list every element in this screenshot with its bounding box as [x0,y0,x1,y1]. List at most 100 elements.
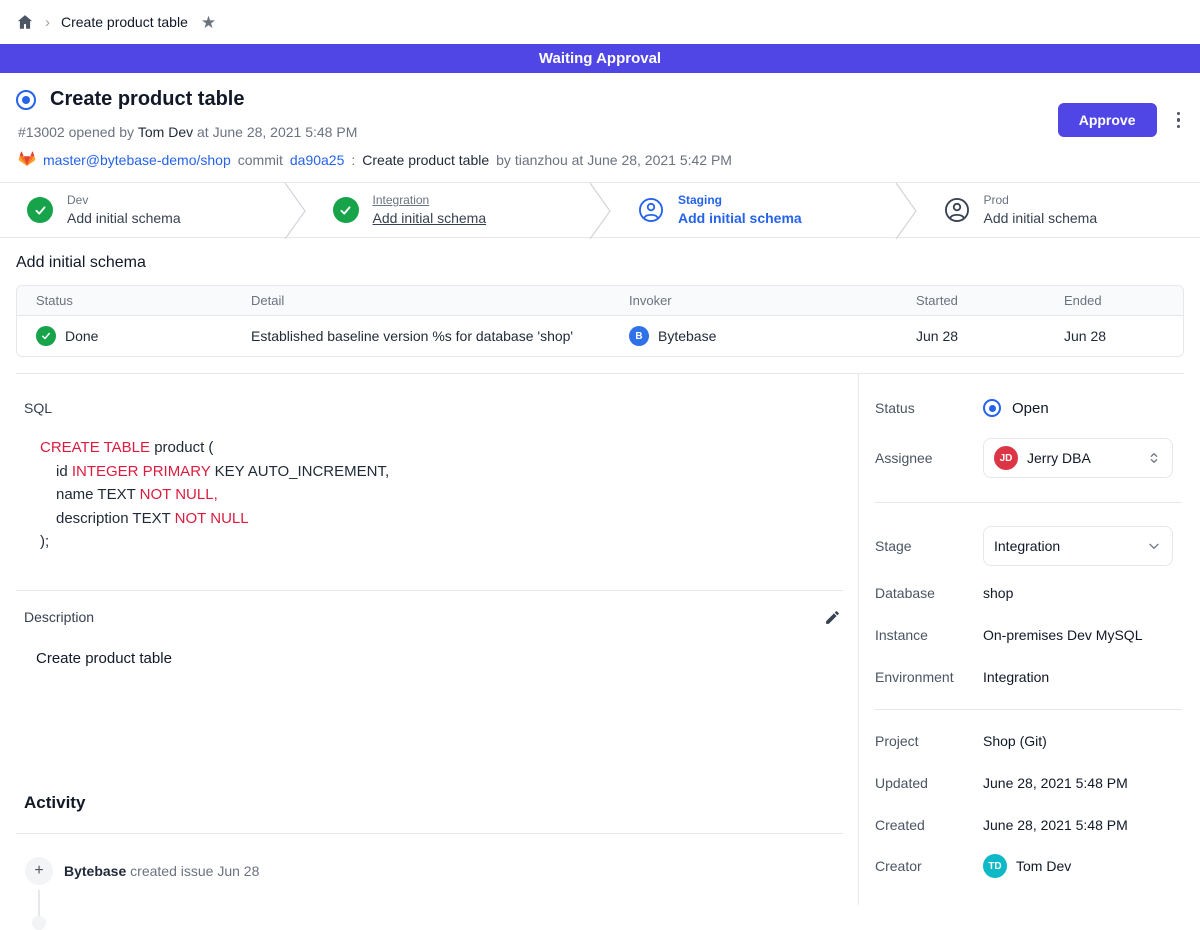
status-open-icon [983,399,1001,417]
person-icon [638,197,664,223]
stage-task-label: Add initial schema [678,209,802,227]
updated-value: June 28, 2021 5:48 PM [983,775,1128,791]
column-detail: Detail [232,293,610,308]
database-row: Database shop [875,585,1182,601]
commit-row: master@bytebase-demo/shop commit da90a25… [18,150,732,170]
commit-hash-link[interactable]: da90a25 [290,152,345,168]
task-section-title: Add initial schema [16,254,1184,272]
home-icon[interactable] [16,13,34,31]
environment-row: Environment Integration [875,669,1182,685]
approve-button[interactable]: Approve [1058,103,1157,137]
person-icon [944,197,970,223]
stage-integration[interactable]: Integration Add initial schema [306,183,590,237]
task-invoker: Bytebase [658,328,716,344]
issue-open-icon [16,90,36,110]
stage-env-label: Integration [373,193,487,209]
instance-row: Instance On-premises Dev MySQL [875,627,1182,643]
created-label: Created [875,817,983,833]
project-value: Shop (Git) [983,733,1047,749]
updated-row: Updated June 28, 2021 5:48 PM [875,775,1182,791]
status-row: Status Open [875,399,1182,417]
creator-row: Creator TD Tom Dev [875,854,1182,878]
task-ended: Jun 28 [1045,328,1183,344]
creator-avatar: TD [983,854,1007,878]
issue-meta: #13002 opened by Tom Dev at June 28, 202… [18,124,732,140]
stage-select[interactable]: Integration [983,526,1173,566]
sql-label: SQL [24,400,843,416]
status-label: Status [875,400,983,416]
activity-actor: Bytebase [64,863,126,879]
instance-label: Instance [875,627,983,643]
activity-action: created issue Jun 28 [130,863,259,879]
commit-message: Create product table [362,152,489,168]
column-ended: Ended [1045,293,1183,308]
stage-task-label: Add initial schema [373,209,487,227]
approval-banner-text: Waiting Approval [539,50,661,67]
plus-icon: + [25,857,53,885]
stage-prod[interactable]: Prod Add initial schema [917,183,1200,237]
issue-opened-time: at June 28, 2021 5:48 PM [197,124,357,140]
database-label: Database [875,585,983,601]
issue-author: Tom Dev [138,124,193,140]
issue-title: Create product table [50,88,244,111]
project-row: Project Shop (Git) [875,733,1182,749]
stage-separator [284,183,306,239]
column-started: Started [897,293,1045,308]
updated-label: Updated [875,775,983,791]
stage-dev[interactable]: Dev Add initial schema [0,183,284,237]
commit-separator: : [351,152,355,168]
stage-row: Stage Integration [875,526,1182,566]
activity-title: Activity [24,793,843,813]
favorite-star-icon[interactable]: ★ [201,14,216,31]
issue-sidebar: Status Open Assignee JD Jerry DBA Stage … [858,374,1200,905]
stage-task-label: Add initial schema [984,209,1098,227]
assignee-select[interactable]: JD Jerry DBA [983,438,1173,478]
database-value: shop [983,585,1013,601]
breadcrumb: › Create product table ★ [0,0,1200,44]
divider [875,502,1182,503]
sql-line: ); [40,530,843,554]
stage-env-label: Prod [984,193,1098,209]
activity-item: + Bytebase created issue Jun 28 [25,857,843,930]
divider [16,833,843,834]
created-row: Created June 28, 2021 5:48 PM [875,817,1182,833]
project-label: Project [875,733,983,749]
pipeline-stages: Dev Add initial schema Integration Add i… [0,182,1200,238]
edit-description-icon[interactable] [822,607,843,628]
assignee-value: Jerry DBA [1027,450,1137,466]
stage-env-label: Dev [67,193,181,209]
chevron-right-icon: › [45,15,50,30]
issue-detail-panel: SQL CREATE TABLE product (id INTEGER PRI… [0,374,858,905]
assignee-avatar: JD [994,446,1018,470]
environment-label: Environment [875,669,983,685]
more-actions-icon[interactable] [1173,107,1185,134]
stage-staging[interactable]: Staging Add initial schema [611,183,895,237]
invoker-avatar: B [629,326,649,346]
task-detail: Established baseline version %s for data… [232,328,610,344]
creator-value: Tom Dev [1016,858,1071,874]
commit-byline: by tianzhou at June 28, 2021 5:42 PM [496,152,732,168]
task-table-row[interactable]: Done Established baseline version %s for… [17,316,1183,356]
column-status: Status [17,293,232,308]
column-invoker: Invoker [610,293,897,308]
stage-separator [895,183,917,239]
timeline-node [32,916,46,930]
approval-banner: Waiting Approval [0,44,1200,73]
environment-value: Integration [983,669,1049,685]
check-icon [36,326,56,346]
chevron-updown-icon [1146,450,1162,466]
gitlab-icon [18,150,36,170]
divider [16,590,843,591]
description-label: Description [24,609,94,625]
commit-branch-link[interactable]: master@bytebase-demo/shop [43,152,231,168]
assignee-row: Assignee JD Jerry DBA [875,438,1182,478]
created-value: June 28, 2021 5:48 PM [983,817,1128,833]
task-status: Done [65,328,98,344]
task-table: Status Detail Invoker Started Ended Done… [16,285,1184,357]
status-value: Open [1012,400,1049,417]
breadcrumb-title[interactable]: Create product table [61,14,188,30]
sql-line: description TEXT NOT NULL [40,507,843,531]
sql-line: id INTEGER PRIMARY KEY AUTO_INCREMENT, [40,460,843,484]
stage-label: Stage [875,538,983,554]
chevron-down-icon [1146,538,1162,554]
